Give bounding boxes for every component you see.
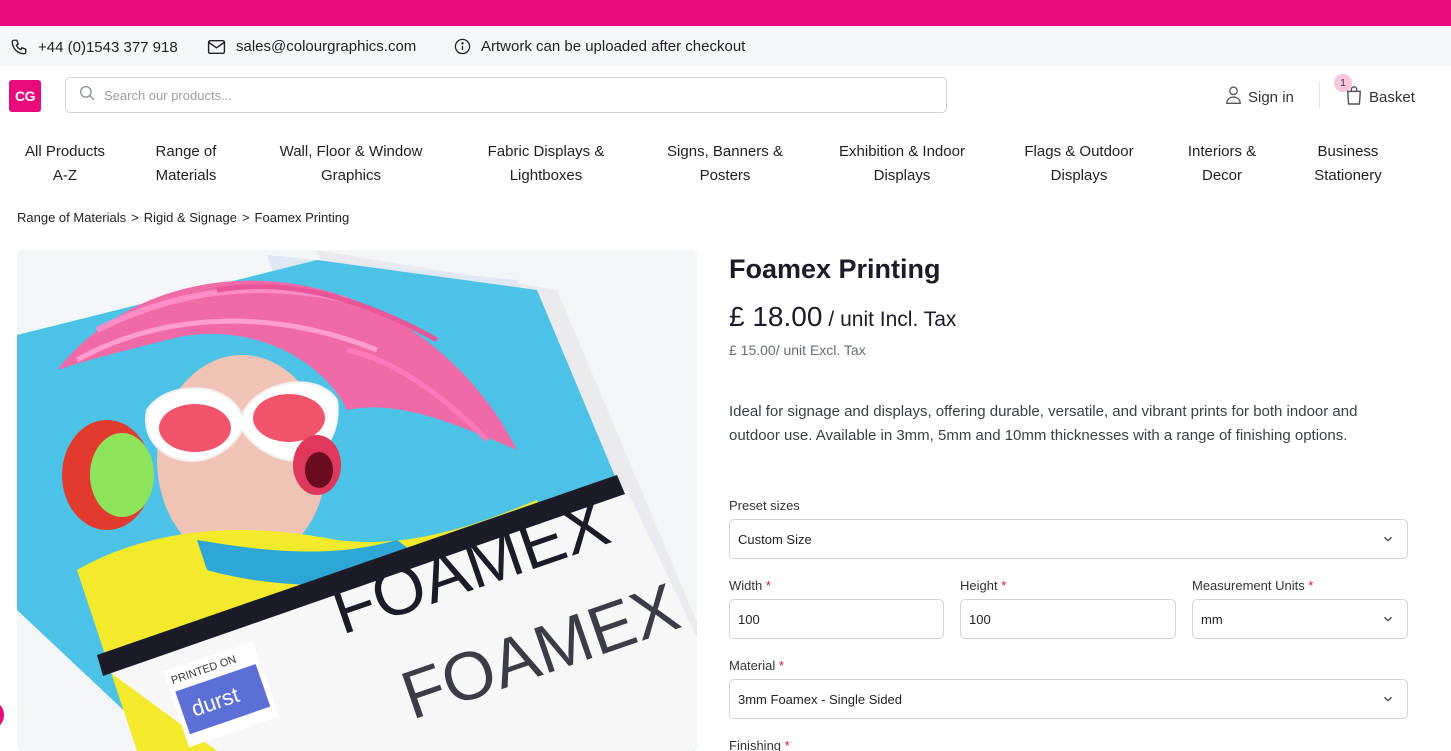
product-title: Foamex Printing (729, 254, 941, 284)
material-label: Material * (729, 658, 784, 673)
nav-item-exhibition-displays[interactable]: Exhibition & Indoor Displays (839, 140, 965, 188)
breadcrumb-current: Foamex Printing (254, 210, 350, 225)
search-icon[interactable] (78, 84, 96, 107)
finishing-label: Finishing * (729, 738, 790, 751)
product-image[interactable]: FOAMEX FOAMEX PRINTED ON durst (17, 250, 697, 751)
price-incl-value: £ 18.00 (729, 301, 823, 332)
height-value: 100 (969, 611, 991, 627)
material-select[interactable]: 3mm Foamex - Single Sided (729, 679, 1408, 719)
nav-item-fabric-displays[interactable]: Fabric Displays & Lightboxes (488, 140, 605, 188)
basket-label: Basket (1369, 88, 1415, 106)
nav-item-interiors-decor[interactable]: Interiors & Decor (1188, 140, 1256, 188)
material-value: 3mm Foamex - Single Sided (738, 691, 903, 707)
foamex-product-photo: FOAMEX FOAMEX PRINTED ON durst (17, 250, 697, 751)
preset-sizes-label: Preset sizes (729, 498, 800, 513)
header-divider (1319, 82, 1320, 108)
breadcrumb-separator: > (131, 210, 139, 225)
top-brand-bar (0, 0, 1451, 26)
preset-sizes-select[interactable]: Custom Size (729, 519, 1408, 559)
material-label-text: Material (729, 658, 776, 673)
preset-sizes-value: Custom Size (738, 531, 812, 547)
search-bar (65, 77, 947, 113)
required-marker: * (1001, 578, 1007, 593)
basket-link[interactable]: Basket (1345, 85, 1415, 109)
shopping-bag-icon (1345, 85, 1363, 109)
measurement-units-select[interactable]: mm (1192, 599, 1408, 639)
height-label: Height * (960, 578, 1006, 593)
chat-widget-tab[interactable] (0, 700, 4, 730)
info-icon (454, 38, 471, 55)
height-input[interactable]: 100 (960, 599, 1176, 639)
finishing-label-text: Finishing (729, 738, 782, 751)
breadcrumb-item[interactable]: Rigid & Signage (144, 210, 237, 225)
nav-item-signs-banners[interactable]: Signs, Banners & Posters (667, 140, 783, 188)
required-marker: * (1308, 578, 1314, 593)
phone-number: +44 (0)1543 377 918 (38, 38, 178, 56)
mail-icon (207, 39, 226, 55)
search-input[interactable] (104, 87, 924, 103)
price-incl-suffix: / unit Incl. Tax (828, 308, 957, 331)
product-description: Ideal for signage and displays, offering… (729, 403, 1358, 444)
width-value: 100 (738, 611, 760, 627)
breadcrumb-separator: > (241, 210, 250, 225)
nav-item-flags-outdoor[interactable]: Flags & Outdoor Displays (1024, 140, 1133, 188)
site-header: CG Sign in 1 Basket (0, 66, 1451, 126)
nav-item-range-of-materials[interactable]: Range of Materials (156, 140, 217, 188)
required-marker: * (765, 578, 771, 593)
artwork-notice: Artwork can be uploaded after checkout (454, 38, 745, 55)
chevron-down-icon (1381, 532, 1395, 546)
sign-in-label: Sign in (1248, 88, 1294, 106)
site-logo[interactable]: CG (9, 80, 41, 112)
width-label-text: Width (729, 578, 763, 593)
required-marker: * (778, 658, 784, 673)
nav-item-wall-floor-window[interactable]: Wall, Floor & Window Graphics (280, 140, 423, 188)
preset-sizes-label-text: Preset sizes (729, 498, 800, 513)
width-input[interactable]: 100 (729, 599, 944, 639)
breadcrumb-item[interactable]: Range of Materials (17, 210, 126, 225)
measurement-units-label: Measurement Units * (1192, 578, 1313, 593)
breadcrumb: Range of Materials > Rigid & Signage > F… (17, 210, 349, 225)
user-icon (1225, 85, 1242, 109)
height-label-text: Height (960, 578, 998, 593)
width-label: Width * (729, 578, 771, 593)
nav-item-all-products[interactable]: All Products A-Z (25, 140, 105, 188)
phone-icon (10, 38, 28, 56)
measurement-units-label-text: Measurement Units (1192, 578, 1305, 593)
chevron-down-icon (1381, 692, 1395, 706)
chevron-down-icon (1381, 612, 1395, 626)
artwork-notice-text: Artwork can be uploaded after checkout (481, 38, 746, 55)
email-address: sales@colourgraphics.com (236, 38, 417, 55)
contact-strip: +44 (0)1543 377 918 sales@colourgraphics… (0, 26, 1451, 66)
measurement-units-value: mm (1201, 611, 1223, 627)
main-navigation: All Products A-Z Range of Materials Wall… (0, 140, 1451, 190)
required-marker: * (784, 738, 790, 751)
price-incl-tax: £ 18.00 / unit Incl. Tax (729, 301, 956, 333)
sign-in-link[interactable]: Sign in (1225, 85, 1294, 109)
price-excl-tax: £ 15.00/ unit Excl. Tax (729, 342, 866, 358)
email-contact[interactable]: sales@colourgraphics.com (207, 38, 416, 55)
nav-item-business-stationery[interactable]: Business Stationery (1314, 140, 1382, 188)
phone-contact[interactable]: +44 (0)1543 377 918 (10, 38, 178, 56)
